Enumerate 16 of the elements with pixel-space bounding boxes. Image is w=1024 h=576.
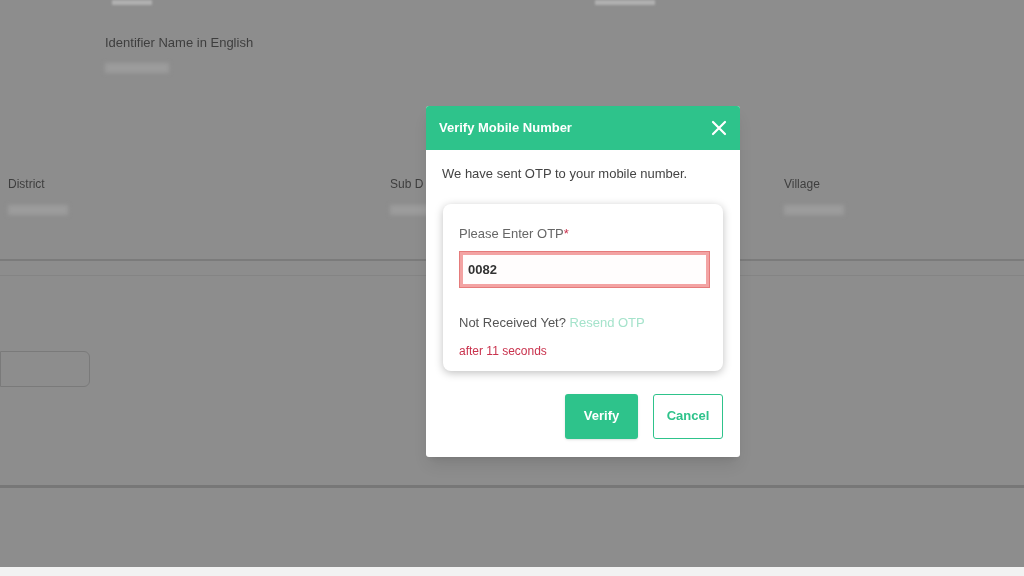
cancel-button[interactable]: Cancel <box>653 393 723 439</box>
dialog-message: We have sent OTP to your mobile number. <box>442 165 689 183</box>
resend-text: Not Received Yet? Resend OTP <box>459 314 646 332</box>
blurred-value <box>595 0 655 5</box>
verify-button[interactable]: Verify <box>565 393 638 439</box>
field-label: District <box>8 175 45 193</box>
close-icon[interactable] <box>710 119 728 137</box>
field-label: Sub D <box>390 175 424 193</box>
countdown-text: after 11 seconds <box>459 342 548 360</box>
field-label: Village <box>784 175 820 193</box>
blurred-value <box>112 0 152 5</box>
otp-label: Please Enter OTP* <box>459 224 570 243</box>
field-label: Identifier Name in English <box>105 34 254 52</box>
required-mark: * <box>563 225 569 241</box>
otp-input[interactable]: 0082 <box>463 255 706 284</box>
dialog-title: Verify Mobile Number <box>439 119 572 138</box>
